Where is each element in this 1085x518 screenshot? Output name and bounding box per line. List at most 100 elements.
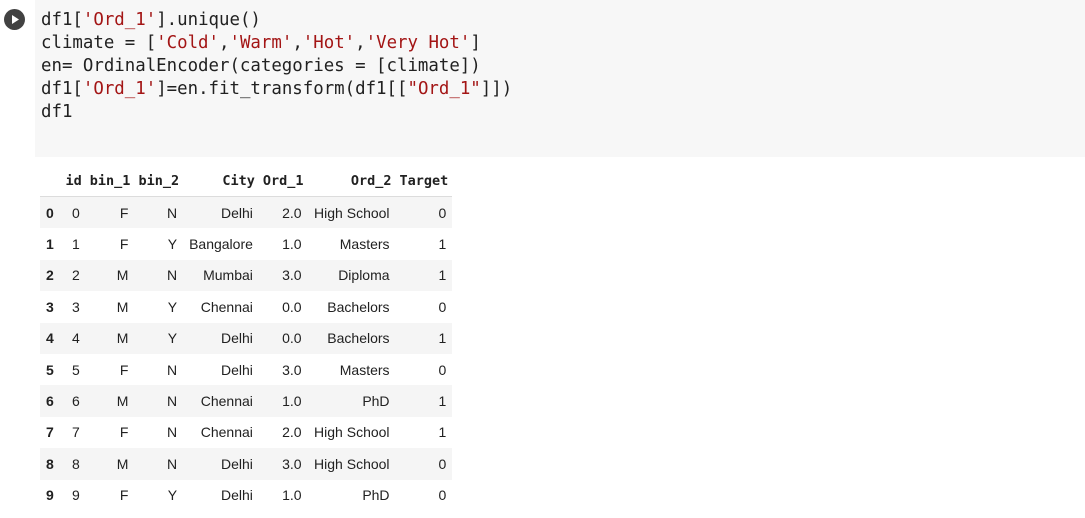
- table-cell: Delhi: [221, 361, 253, 378]
- table-row: 0 0 F N Delhi 2.0 High School 0: [40, 196, 453, 229]
- cell-gutter: [0, 0, 35, 157]
- table-row: 3 3 M Y Chennai 0.0 Bachelors 0: [40, 291, 453, 323]
- dataframe-table: id bin_1 bin_2 City Ord_1 Ord_2 Target 0 0 F N Del…: [40, 165, 453, 511]
- table-cell: 2: [72, 267, 80, 284]
- table-cell: 3.0: [282, 455, 302, 472]
- table-cell: N: [166, 393, 178, 410]
- table-cell: Bachelors: [327, 298, 390, 315]
- table-cell: Y: [167, 330, 178, 347]
- table-cell: F: [119, 361, 129, 378]
- table-row: 4 4 M Y Delhi 0.0 Bachelors 1: [40, 322, 453, 354]
- table-cell: N: [166, 361, 178, 378]
- code-line: df1: [41, 102, 72, 122]
- table-cell: 1.0: [282, 487, 302, 504]
- column-header-cell: Ord_2: [307, 165, 396, 197]
- table-cell: 0: [72, 204, 80, 221]
- code-token: en= OrdinalEncoder(categories = [climate…: [41, 56, 481, 76]
- row-index-cell: 4: [46, 330, 54, 347]
- table-cell: High School: [314, 424, 390, 441]
- table-cell: F: [119, 204, 129, 221]
- column-header-cell: Target: [395, 165, 453, 197]
- table-cell: 2.0: [282, 204, 302, 221]
- table-cell: 0: [438, 298, 447, 315]
- row-index-cell: 8: [46, 455, 54, 472]
- code-token: df1: [41, 102, 73, 122]
- table-cell: Masters: [339, 236, 390, 253]
- table-cell: 3.0: [282, 267, 302, 284]
- table-cell: 1: [438, 236, 447, 253]
- table-cell: 0: [438, 361, 447, 378]
- code-string-token: "Ord_1": [407, 79, 481, 99]
- table-cell: 7: [72, 424, 80, 441]
- code-string-token: 'Cold': [156, 33, 219, 53]
- row-index-cell: 9: [46, 487, 54, 504]
- table-cell: 1: [438, 330, 447, 347]
- code-token: climate = [: [41, 33, 157, 53]
- column-header-cell: id: [59, 165, 86, 197]
- table-cell: F: [119, 487, 129, 504]
- code-line: en= OrdinalEncoder(categories = [climate…: [41, 56, 481, 76]
- table-cell: 5: [72, 361, 80, 378]
- table-row: 8 8 M N Delhi 3.0 High School 0: [40, 448, 453, 480]
- run-cell-button[interactable]: [4, 9, 25, 30]
- table-cell: High School: [314, 204, 390, 221]
- table-cell: 9: [72, 487, 80, 504]
- index-header-cell: [40, 165, 60, 197]
- table-cell: 0.0: [282, 330, 302, 347]
- table-cell: 1.0: [282, 236, 302, 253]
- table-body: 0 0 F N Delhi 2.0 High School 0 1 1 F Y Bangalore 1.0…: [40, 196, 453, 511]
- table-cell: M: [116, 330, 129, 347]
- table-cell: Bachelors: [327, 330, 390, 347]
- column-header-cell: bin_2: [134, 165, 184, 197]
- table-cell: High School: [314, 455, 390, 472]
- table-header-row: id bin_1 bin_2 City Ord_1 Ord_2 Target: [40, 165, 453, 197]
- table-cell: 1: [72, 236, 80, 253]
- column-header-cell: bin_1: [85, 165, 135, 197]
- play-icon: [12, 15, 19, 24]
- row-index-cell: 1: [46, 236, 54, 253]
- table-cell: 1: [438, 267, 447, 284]
- code-editor[interactable]: df1['Ord_1'].unique() climate = ['Cold',…: [35, 0, 1085, 157]
- table-cell: F: [119, 236, 129, 253]
- table-row: 2 2 M N Mumbai 3.0 Diploma 1: [40, 259, 453, 292]
- row-index-cell: 7: [46, 424, 54, 441]
- row-index-cell: 0: [46, 204, 54, 221]
- code-token: df1[: [41, 79, 83, 99]
- table-cell: 0: [438, 204, 447, 221]
- code-string-token: 'Ord_1': [82, 10, 157, 30]
- table-cell: 3: [72, 298, 80, 315]
- code-token: ]: [470, 33, 481, 53]
- code-string-token: 'Warm': [229, 33, 293, 53]
- table-cell: M: [116, 455, 129, 472]
- table-cell: 1: [438, 424, 447, 441]
- column-header-cell: City: [183, 165, 259, 197]
- code-line: climate = ['Cold','Warm','Hot','Very Hot…: [41, 33, 481, 53]
- table-cell: Chennai: [200, 424, 253, 441]
- table-cell: M: [116, 298, 129, 315]
- table-cell: 0.0: [282, 298, 302, 315]
- code-line: df1['Ord_1']=en.fit_transform(df1[["Ord_…: [41, 79, 512, 99]
- table-cell: 2.0: [282, 424, 302, 441]
- code-token: df1[: [41, 10, 83, 30]
- table-row: 9 9 F Y Delhi 1.0 PhD 0: [40, 479, 453, 511]
- table-cell: 1: [438, 393, 447, 410]
- code-string-token: 'Hot': [302, 33, 356, 53]
- code-text[interactable]: df1['Ord_1'].unique() climate = ['Cold',…: [41, 9, 512, 124]
- code-token: ].unique(): [156, 10, 261, 30]
- code-token: ]=en.fit_transform(df1[[: [156, 79, 408, 99]
- table-cell: N: [166, 455, 178, 472]
- table-cell: Delhi: [221, 204, 253, 221]
- row-index-cell: 3: [46, 298, 54, 315]
- table-cell: 8: [72, 455, 80, 472]
- table-cell: 0: [438, 487, 447, 504]
- table-row: 5 5 F N Delhi 3.0 Masters 0: [40, 353, 453, 386]
- table-cell: 1.0: [282, 393, 302, 410]
- table-cell: Y: [167, 487, 178, 504]
- table-cell: 6: [72, 393, 80, 410]
- table-row: 1 1 F Y Bangalore 1.0 Masters 1: [40, 228, 453, 260]
- table-row: 6 6 M N Chennai 1.0 PhD 1: [40, 385, 453, 417]
- table-cell: 4: [72, 330, 80, 347]
- table-cell: M: [116, 393, 129, 410]
- table-cell: 0: [438, 455, 447, 472]
- table-cell: Diploma: [338, 267, 390, 284]
